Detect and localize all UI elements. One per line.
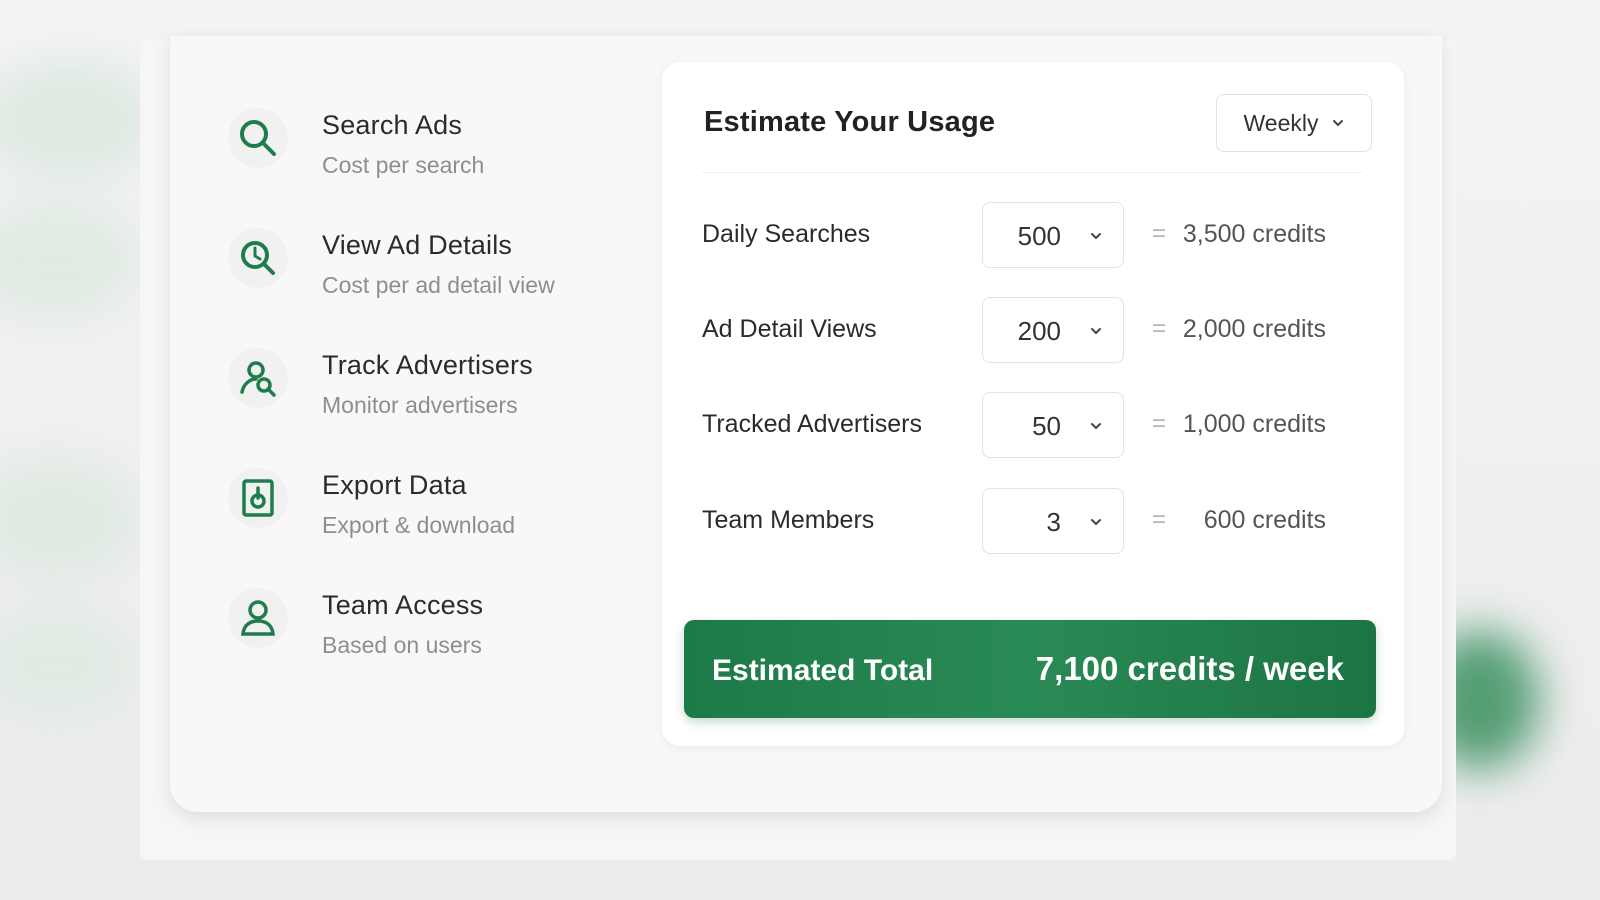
user-search-icon: [228, 348, 288, 408]
ad-detail-views-select[interactable]: 200: [982, 297, 1124, 363]
chevron-down-icon: [1091, 423, 1101, 430]
search-icon: [228, 108, 288, 168]
select-value: 500: [1017, 221, 1061, 251]
feature-title: Export Data: [322, 470, 467, 500]
search-detail-icon: [228, 228, 288, 288]
row-label: Ad Detail Views: [702, 315, 877, 343]
feature-list: Search Ads Cost per search View Ad Detai…: [228, 100, 628, 700]
equals-sign: =: [1152, 410, 1167, 437]
feature-title: Team Access: [322, 590, 484, 620]
feature-item-track-advertisers: Track Advertisers Monitor advertisers: [228, 340, 628, 460]
row-credits: 600 credits: [1203, 506, 1326, 534]
divider: [702, 172, 1362, 173]
select-value: 200: [1017, 316, 1061, 346]
user-icon: [228, 588, 288, 648]
feature-subtitle: Monitor advertisers: [322, 392, 518, 418]
backdrop-blur-blob: [0, 610, 140, 720]
equals-sign: =: [1152, 315, 1167, 342]
usage-estimator-panel: Estimate Your Usage Weekly Daily Searche…: [662, 62, 1404, 746]
row-label: Daily Searches: [702, 220, 871, 248]
feature-subtitle: Based on users: [322, 632, 482, 658]
backdrop-blur-blob: [0, 200, 140, 320]
period-dropdown[interactable]: Weekly: [1216, 94, 1372, 152]
row-label: Team Members: [702, 506, 875, 534]
usage-row-tracked-advertisers: Tracked Advertisers 50 = 1,000 credits: [702, 392, 1342, 458]
row-label: Tracked Advertisers: [702, 410, 922, 438]
usage-row-ad-detail-views: Ad Detail Views 200 = 2,000 credits: [702, 297, 1342, 363]
chevron-down-icon: [1332, 120, 1343, 127]
feature-item-search-ads: Search Ads Cost per search: [228, 100, 628, 220]
feature-item-export-data: Export Data Export & download: [228, 460, 628, 580]
feature-subtitle: Cost per search: [322, 152, 485, 178]
feature-subtitle: Cost per ad detail view: [322, 272, 555, 298]
total-value: 7,100 credits / week: [1035, 650, 1344, 687]
tracked-advertisers-select[interactable]: 50: [982, 392, 1124, 458]
period-value: Weekly: [1243, 109, 1319, 136]
row-credits: 3,500 credits: [1182, 220, 1326, 248]
chevron-down-icon: [1091, 328, 1101, 335]
feature-item-view-ad-details: View Ad Details Cost per ad detail view: [228, 220, 628, 340]
backdrop-blur-blob: [0, 460, 140, 580]
feature-subtitle: Export & download: [322, 512, 516, 538]
row-credits: 1,000 credits: [1182, 410, 1326, 438]
equals-sign: =: [1152, 506, 1167, 533]
daily-searches-select[interactable]: 500: [982, 202, 1124, 268]
backdrop-blur-blob: [0, 60, 160, 180]
panel-title: Estimate Your Usage: [704, 106, 996, 138]
feature-item-team-access: Team Access Based on users: [228, 580, 628, 700]
feature-title: Track Advertisers: [322, 350, 533, 380]
usage-row-team-members: Team Members 3 = 600 credits: [702, 488, 1342, 554]
select-value: 50: [1032, 411, 1061, 441]
row-credits: 2,000 credits: [1182, 315, 1326, 343]
equals-sign: =: [1152, 220, 1167, 247]
select-value: 3: [1046, 507, 1061, 537]
estimated-total-bar: Estimated Total 7,100 credits / week: [684, 620, 1376, 718]
chevron-down-icon: [1091, 233, 1101, 240]
total-label: Estimated Total: [712, 654, 934, 687]
chevron-down-icon: [1091, 519, 1101, 526]
feature-title: Search Ads: [322, 110, 463, 140]
feature-title: View Ad Details: [322, 230, 513, 260]
team-members-select[interactable]: 3: [982, 488, 1124, 554]
usage-row-daily-searches: Daily Searches 500 = 3,500 credits: [702, 202, 1342, 268]
export-document-icon: [228, 468, 288, 528]
